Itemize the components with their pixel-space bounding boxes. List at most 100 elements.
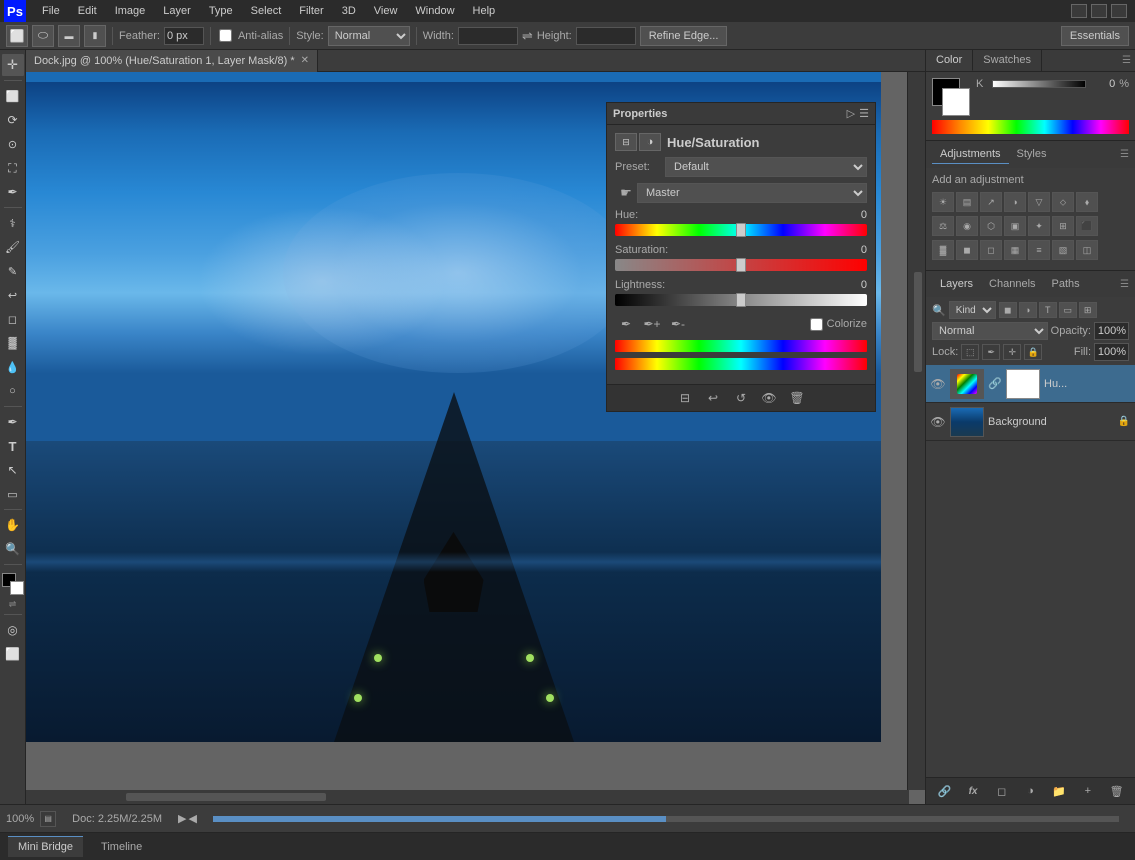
subtract-sample-btn[interactable]: ✒- (667, 314, 689, 334)
gradient-tool[interactable]: ▓ (2, 332, 24, 354)
brush-tool[interactable]: 🖌 (2, 236, 24, 258)
layer-visibility-hue[interactable]: 👁 (930, 376, 946, 392)
filter-shape-icon[interactable]: ▭ (1059, 302, 1077, 318)
lock-move-btn[interactable]: ✛ (1003, 344, 1021, 360)
minimize-btn[interactable] (1071, 4, 1087, 18)
screen-mode[interactable]: ⬜ (2, 643, 24, 665)
lock-transparent-btn[interactable]: ⬚ (961, 344, 979, 360)
eyedropper-tool[interactable]: ✒ (2, 181, 24, 203)
preset-select[interactable]: Default Cyanotype Increase Saturation (665, 157, 867, 177)
layer-group-btn[interactable]: 📁 (1049, 782, 1069, 800)
canvas-tab-close[interactable]: ✕ (301, 55, 309, 66)
layers-menu-icon[interactable]: ☰ (1120, 279, 1129, 290)
filter-type-icon[interactable]: T (1039, 302, 1057, 318)
canvas-tab[interactable]: Dock.jpg @ 100% (Hue/Saturation 1, Layer… (26, 50, 318, 72)
toggle-visibility-btn[interactable]: 👁 (759, 389, 779, 407)
background-color[interactable] (10, 581, 24, 595)
gradient-fill-btn[interactable]: ▦ (1004, 240, 1026, 260)
tab-layers[interactable]: Layers (932, 275, 981, 293)
eraser-tool[interactable]: ◻ (2, 308, 24, 330)
tab-color[interactable]: Color (926, 50, 973, 71)
saturation-thumb[interactable] (736, 258, 746, 272)
marquee-single-row-tool[interactable]: ▬ (58, 25, 80, 47)
selective-color-btn[interactable]: ◼ (956, 240, 978, 260)
tab-channels[interactable]: Channels (981, 275, 1043, 293)
tab-swatches[interactable]: Swatches (973, 50, 1042, 71)
anti-alias-checkbox[interactable] (219, 29, 232, 42)
layer-fx-btn[interactable]: fx (963, 782, 983, 800)
hue-slider[interactable] (615, 224, 867, 236)
color-spectrum[interactable] (932, 120, 1129, 134)
tab-mini-bridge[interactable]: Mini Bridge (8, 836, 83, 857)
blend-mode-select[interactable]: Normal Multiply Screen Overlay (932, 322, 1048, 340)
hue-sat-btn[interactable]: ⬦ (1052, 192, 1074, 212)
brightness-contrast-btn[interactable]: ☀ (932, 192, 954, 212)
menu-layer[interactable]: Layer (155, 3, 199, 19)
refine-edge-btn[interactable]: Refine Edge... (640, 26, 728, 46)
reset-btn[interactable]: ↺ (731, 389, 751, 407)
zoom-tool[interactable]: 🔍 (2, 538, 24, 560)
clip-to-layer-btn[interactable]: ⊟ (675, 389, 695, 407)
channel-mixer-btn[interactable]: ⬡ (980, 216, 1002, 236)
layer-link-hue[interactable]: 🔗 (988, 377, 1002, 390)
layer-visibility-bg[interactable]: 👁 (930, 414, 946, 430)
lightness-thumb[interactable] (736, 293, 746, 307)
height-input[interactable] (576, 27, 636, 45)
essentials-btn[interactable]: Essentials (1061, 26, 1129, 46)
layer-new-btn[interactable]: + (1078, 782, 1098, 800)
canvas-scroll-thumb-h[interactable] (126, 793, 326, 801)
menu-window[interactable]: Window (407, 3, 462, 19)
properties-menu-icon[interactable]: ☰ (859, 107, 869, 120)
shape-tool[interactable]: ▭ (2, 483, 24, 505)
properties-expand-icon[interactable]: ▷ (847, 107, 855, 120)
canvas-scrollbar-v[interactable] (911, 72, 925, 790)
tab-paths[interactable]: Paths (1044, 275, 1088, 293)
path-selection-tool[interactable]: ↖ (2, 459, 24, 481)
style-select[interactable]: Normal Fixed Ratio Fixed Size (328, 26, 410, 46)
opacity-input[interactable] (1094, 322, 1129, 340)
menu-edit[interactable]: Edit (70, 3, 105, 19)
quick-mask-mode[interactable]: ◎ (2, 619, 24, 641)
filter-pixel-icon[interactable]: ◼ (999, 302, 1017, 318)
clip-adjustment-btn[interactable]: ⊟ (615, 133, 637, 151)
canvas-scrollbar-h[interactable] (26, 790, 909, 804)
canvas-scroll-thumb-v[interactable] (914, 272, 922, 372)
previous-state-btn[interactable]: ↩ (703, 389, 723, 407)
hue-thumb[interactable] (736, 223, 746, 237)
layer-item-hue-sat[interactable]: 👁 🔗 Hu... (926, 365, 1135, 403)
lock-image-btn[interactable]: ✒ (982, 344, 1000, 360)
delete-adjustment-btn[interactable]: 🗑 (787, 389, 807, 407)
crop-tool[interactable]: ⛶ (2, 157, 24, 179)
menu-type[interactable]: Type (201, 3, 241, 19)
tab-timeline[interactable]: Timeline (91, 837, 152, 857)
marquee-rect-tool[interactable]: ⬜ (6, 25, 28, 47)
quick-select-tool[interactable]: ⊙ (2, 133, 24, 155)
menu-select[interactable]: Select (243, 3, 290, 19)
filter-adjustment-icon[interactable]: ◑ (1019, 302, 1037, 318)
adjustments-menu-icon[interactable]: ☰ (1120, 149, 1129, 160)
photo-filter-btn[interactable]: ◉ (956, 216, 978, 236)
fill-input[interactable] (1094, 343, 1129, 361)
dodge-tool[interactable]: ○ (2, 380, 24, 402)
move-tool[interactable]: ✛ (2, 54, 24, 76)
tab-styles[interactable]: Styles (1009, 145, 1055, 164)
swap-colors-icon[interactable]: ⇌ (9, 599, 17, 610)
color-lookup-btn[interactable]: ▣ (1004, 216, 1026, 236)
levels-btn[interactable]: ▤ (956, 192, 978, 212)
marquee-ellipse-tool[interactable]: ⬭ (32, 25, 54, 47)
prev-btn[interactable]: ◀ (188, 812, 196, 825)
channel-hand-icon[interactable]: ☛ (615, 183, 637, 203)
menu-view[interactable]: View (366, 3, 406, 19)
channel-select[interactable]: Master Reds Yellows Greens Cyans Blues M… (637, 183, 867, 203)
maximize-btn[interactable] (1091, 4, 1107, 18)
saturation-slider[interactable] (615, 259, 867, 271)
color-balance-btn[interactable]: ⬧ (1076, 192, 1098, 212)
zoom-info-btn[interactable]: ▤ (40, 811, 56, 827)
tab-adjustments[interactable]: Adjustments (932, 145, 1009, 164)
clone-stamp-tool[interactable]: ✎ (2, 260, 24, 282)
gradient-map-btn[interactable]: ▓ (932, 240, 954, 260)
layers-kind-select[interactable]: Kind (949, 301, 996, 319)
menu-image[interactable]: Image (107, 3, 154, 19)
pen-tool[interactable]: ✒ (2, 411, 24, 433)
swap-icon[interactable]: ⇌ (522, 28, 533, 44)
